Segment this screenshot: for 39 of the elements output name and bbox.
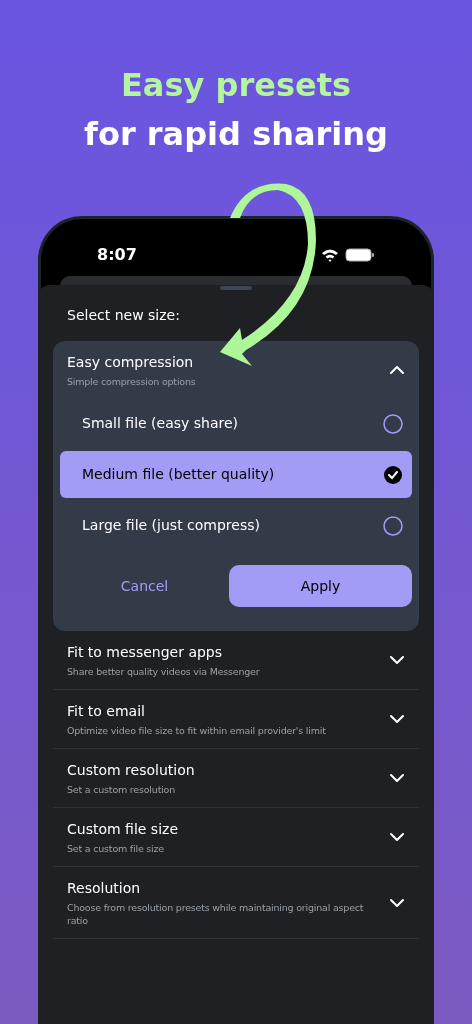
chevron-down-icon: [389, 655, 405, 665]
apply-button[interactable]: Apply: [229, 565, 412, 607]
section-title: Fit to messenger apps: [67, 643, 224, 662]
size-option[interactable]: Small file (easy share): [60, 400, 412, 447]
section-subtitle: Share better quality videos via Messenger: [67, 665, 261, 678]
chevron-down-icon: [389, 832, 405, 842]
section-subtitle: Simple compression options: [67, 375, 197, 388]
section-title: Custom resolution: [67, 761, 196, 780]
radio-icon: [383, 413, 403, 434]
sheet-title: Select new size:: [66, 306, 181, 325]
section-subtitle: Set a custom file size: [67, 842, 165, 855]
chevron-down-icon: [389, 773, 405, 783]
drag-handle[interactable]: [220, 286, 252, 290]
size-option[interactable]: Medium file (better quality): [60, 451, 412, 498]
cancel-button[interactable]: Cancel: [60, 565, 229, 607]
section-subtitle: Optimize video file size to fit within email provider's limit: [67, 724, 327, 737]
section-row[interactable]: Custom resolution Set a custom resolution: [53, 749, 419, 808]
section-row[interactable]: Resolution Choose from resolution presets while maintaining original aspect ratio: [53, 867, 419, 939]
expanded-panel[interactable]: Easy compression Simple compression options Small file (easy share) Medium file (better quality) Large file (just compress) Cancel Apply: [53, 341, 419, 631]
radio-icon: [383, 515, 403, 536]
status-time: 8:07: [97, 244, 137, 266]
section-title: Fit to email: [67, 702, 146, 721]
chevron-down-icon: [389, 714, 405, 724]
battery-icon: [345, 248, 375, 262]
section-subtitle: Set a custom resolution: [67, 783, 177, 796]
headline: for rapid sharing: [84, 114, 388, 155]
wifi-icon: [321, 248, 339, 262]
section-row[interactable]: Fit to messenger apps Share better quality videos via Messenger: [53, 631, 419, 690]
size-option[interactable]: Large file (just compress): [60, 502, 412, 549]
section-row[interactable]: Custom file size Set a custom file size: [53, 808, 419, 867]
chevron-down-icon: [389, 897, 405, 908]
chevron-up-icon: [389, 365, 405, 375]
headline-highlight: Easy presets: [121, 65, 351, 106]
section-title: Easy compression: [67, 353, 195, 372]
section-row[interactable]: Fit to email Optimize video file size to fit within email provider's limit: [53, 690, 419, 749]
section-subtitle: Choose from resolution presets while maintaining original aspect ratio: [67, 901, 365, 927]
section-title: Custom file size: [67, 820, 179, 839]
check-circle-icon: [383, 464, 403, 485]
section-title: Resolution: [67, 879, 142, 898]
